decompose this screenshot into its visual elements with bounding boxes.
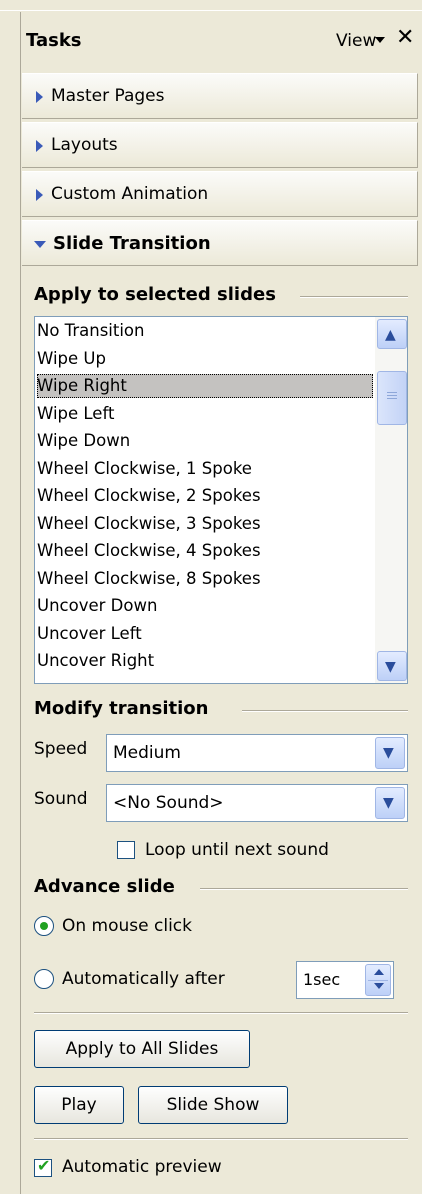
sound-select[interactable]: <No Sound> ▼ [106, 784, 408, 822]
sound-label: Sound [34, 789, 88, 809]
spin-down-icon[interactable] [374, 983, 384, 989]
radio-selected-dot [40, 922, 48, 930]
scrollbar-thumb[interactable] [377, 371, 407, 425]
left-edge [20, 12, 21, 1194]
pane-title: Tasks [26, 30, 82, 51]
chevron-down-icon: ▼ [383, 745, 394, 761]
triangle-down-icon [34, 241, 46, 248]
checkmark-icon: ✔ [37, 1156, 51, 1175]
automatic-preview-checkbox[interactable]: ✔ [34, 1156, 52, 1177]
triangle-right-icon [36, 189, 43, 201]
list-item[interactable]: Uncover Right [37, 649, 373, 673]
list-item[interactable]: Wheel Clockwise, 1 Spoke [37, 457, 373, 481]
list-item[interactable]: Wipe Up [37, 347, 373, 371]
list-item[interactable]: Uncover Left [37, 622, 373, 646]
view-menu-button[interactable]: View [336, 31, 376, 51]
separator [34, 1012, 408, 1014]
slide-show-button[interactable]: Slide Show [138, 1086, 288, 1124]
sound-dropdown-button[interactable]: ▼ [375, 787, 405, 819]
chevron-up-icon: ▲ [385, 327, 396, 343]
section-label: Custom Animation [51, 184, 209, 204]
automatically-after-label[interactable]: Automatically after [62, 969, 225, 989]
play-button[interactable]: Play [34, 1086, 124, 1124]
separator [34, 1138, 408, 1140]
scroll-up-button[interactable]: ▲ [377, 319, 407, 349]
list-item[interactable]: Wheel Clockwise, 2 Spokes [37, 484, 373, 508]
section-label: Slide Transition [53, 233, 211, 254]
list-item[interactable]: Wheel Clockwise, 8 Spokes [37, 567, 373, 591]
triangle-right-icon [36, 91, 43, 103]
speed-value: Medium [113, 743, 181, 763]
spin-up-icon[interactable] [374, 969, 384, 975]
on-mouse-click-label[interactable]: On mouse click [62, 916, 192, 936]
section-master-pages[interactable]: Master Pages [22, 73, 418, 119]
triangle-right-icon [36, 140, 43, 152]
group-rule [242, 710, 408, 712]
on-mouse-click-radio[interactable] [34, 916, 54, 936]
automatically-after-radio[interactable] [34, 969, 54, 989]
list-item[interactable]: Wheel Clockwise, 3 Spokes [37, 512, 373, 536]
scroll-down-button[interactable]: ▼ [377, 651, 407, 681]
group-rule [300, 296, 408, 298]
auto-time-spinbox[interactable]: 1sec [296, 961, 394, 999]
speed-label: Speed [34, 739, 88, 759]
advance-group-label: Advance slide [34, 876, 183, 897]
sound-value: <No Sound> [113, 793, 224, 813]
section-label: Layouts [51, 135, 118, 155]
list-item[interactable]: No Transition [37, 319, 373, 343]
group-rule [200, 888, 408, 890]
list-item[interactable]: Wheel Clockwise, 4 Spokes [37, 539, 373, 563]
section-custom-animation[interactable]: Custom Animation [22, 171, 418, 217]
chevron-down-icon: ▼ [383, 795, 394, 811]
apply-to-all-slides-button[interactable]: Apply to All Slides [34, 1030, 250, 1068]
top-divider [0, 10, 422, 11]
spin-buttons[interactable] [365, 964, 391, 996]
speed-dropdown-button[interactable]: ▼ [375, 737, 405, 769]
spin-divider [368, 980, 388, 981]
list-item[interactable]: Uncover Down [37, 594, 373, 618]
apply-group-label: Apply to selected slides [34, 284, 284, 305]
list-item[interactable]: Wipe Down [37, 429, 373, 453]
section-slide-transition[interactable]: Slide Transition [22, 220, 418, 266]
section-layouts[interactable]: Layouts [22, 122, 418, 168]
automatic-preview-label[interactable]: Automatic preview [62, 1157, 222, 1177]
grip-icon [387, 392, 397, 393]
loop-label[interactable]: Loop until next sound [145, 840, 329, 860]
list-item[interactable]: Wipe Right [37, 374, 373, 398]
modify-group-label: Modify transition [34, 698, 217, 719]
chevron-down-icon: ▼ [385, 659, 396, 675]
view-menu-chevron-down-icon[interactable] [375, 37, 385, 43]
loop-checkbox[interactable] [117, 841, 135, 859]
transition-listbox[interactable]: No Transition Wipe Up Wipe Right Wipe Left W… [34, 316, 408, 684]
speed-select[interactable]: Medium ▼ [106, 734, 408, 772]
list-item[interactable]: Wipe Left [37, 402, 373, 426]
auto-time-value: 1sec [303, 970, 341, 989]
section-label: Master Pages [51, 86, 165, 106]
close-icon[interactable]: ✕ [396, 27, 414, 49]
